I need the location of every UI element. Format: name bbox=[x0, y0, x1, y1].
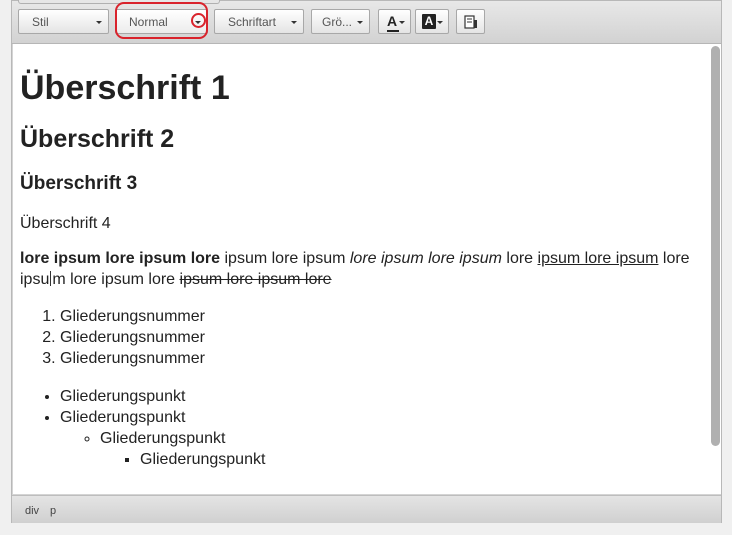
format-dropdown-label: Normal bbox=[129, 15, 168, 29]
chevron-down-icon bbox=[399, 21, 405, 24]
style-dropdown-label: Stil bbox=[32, 15, 49, 29]
heading-1: Überschrift 1 bbox=[20, 69, 230, 107]
background-color-icon: A bbox=[422, 14, 436, 29]
font-dropdown-label: Schriftart bbox=[228, 15, 277, 29]
editor-content-area[interactable]: Überschrift 1 Überschrift 2 Überschrift … bbox=[13, 44, 710, 494]
plain-text: ipsum lore ipsum bbox=[220, 250, 350, 267]
list-item: Gliederungspunkt Gliederungspunkt Gliede… bbox=[60, 407, 703, 470]
list-item: Gliederungsnummer bbox=[60, 327, 703, 348]
ordered-list: Gliederungsnummer Gliederungsnummer Glie… bbox=[20, 306, 703, 369]
chevron-down-icon[interactable] bbox=[195, 21, 201, 24]
path-item-p[interactable]: p bbox=[50, 505, 56, 517]
toolbar-collapse-tab[interactable] bbox=[18, 0, 220, 4]
background-color-button[interactable]: A bbox=[415, 9, 449, 34]
element-path-bar: div p bbox=[12, 495, 721, 523]
plain-text: lore bbox=[501, 250, 538, 267]
format-dropdown[interactable]: Normal bbox=[115, 9, 208, 34]
plain-text: m lore ipsum lore bbox=[52, 271, 180, 288]
italic-text: lore ipsum lore ipsum bbox=[349, 250, 502, 267]
scrollbar-thumb[interactable] bbox=[711, 46, 720, 446]
bold-text: lore ipsum lore ipsum lore bbox=[20, 250, 221, 267]
font-dropdown[interactable]: Schriftart bbox=[214, 9, 304, 34]
underlined-text: ipsum lore ipsum bbox=[537, 250, 659, 267]
list-item: Gliederungspunkt Gliederungspunkt bbox=[100, 428, 703, 470]
show-blocks-button[interactable] bbox=[456, 9, 485, 34]
list-item: Gliederungsnummer bbox=[60, 306, 703, 327]
show-blocks-icon bbox=[464, 15, 477, 29]
chevron-down-icon bbox=[437, 21, 443, 24]
style-dropdown[interactable]: Stil bbox=[18, 9, 109, 34]
sample-paragraph: lore ipsum lore ipsum lore ipsum lore ip… bbox=[20, 248, 700, 290]
list-item: Gliederungspunkt bbox=[140, 449, 703, 470]
editor-toolbar: Stil Normal Schriftart Grö... A A bbox=[12, 0, 721, 44]
chevron-down-icon bbox=[357, 21, 363, 24]
rich-text-editor: Stil Normal Schriftart Grö... A A Übersc… bbox=[11, 0, 722, 523]
path-item-div[interactable]: div bbox=[25, 505, 39, 517]
nested-bullet-list: Gliederungspunkt Gliederungspunkt bbox=[60, 428, 703, 470]
heading-3: Überschrift 3 bbox=[20, 173, 138, 194]
chevron-down-icon bbox=[96, 21, 102, 24]
size-dropdown[interactable]: Grö... bbox=[311, 9, 370, 34]
vertical-scrollbar[interactable] bbox=[710, 44, 721, 494]
chevron-down-icon bbox=[291, 21, 297, 24]
nested-bullet-list-level-3: Gliederungspunkt bbox=[100, 449, 703, 470]
size-dropdown-label: Grö... bbox=[322, 15, 353, 29]
heading-2: Überschrift 2 bbox=[20, 125, 175, 153]
list-item: Gliederungspunkt bbox=[60, 386, 703, 407]
strikethrough-text: ipsum lore ipsum lore bbox=[179, 271, 332, 288]
text-color-button[interactable]: A bbox=[378, 9, 411, 34]
bullet-list: Gliederungspunkt Gliederungspunkt Gliede… bbox=[20, 386, 703, 470]
heading-4: Überschrift 4 bbox=[20, 215, 111, 232]
text-color-icon: A bbox=[387, 13, 399, 32]
list-item: Gliederungsnummer bbox=[60, 348, 703, 369]
